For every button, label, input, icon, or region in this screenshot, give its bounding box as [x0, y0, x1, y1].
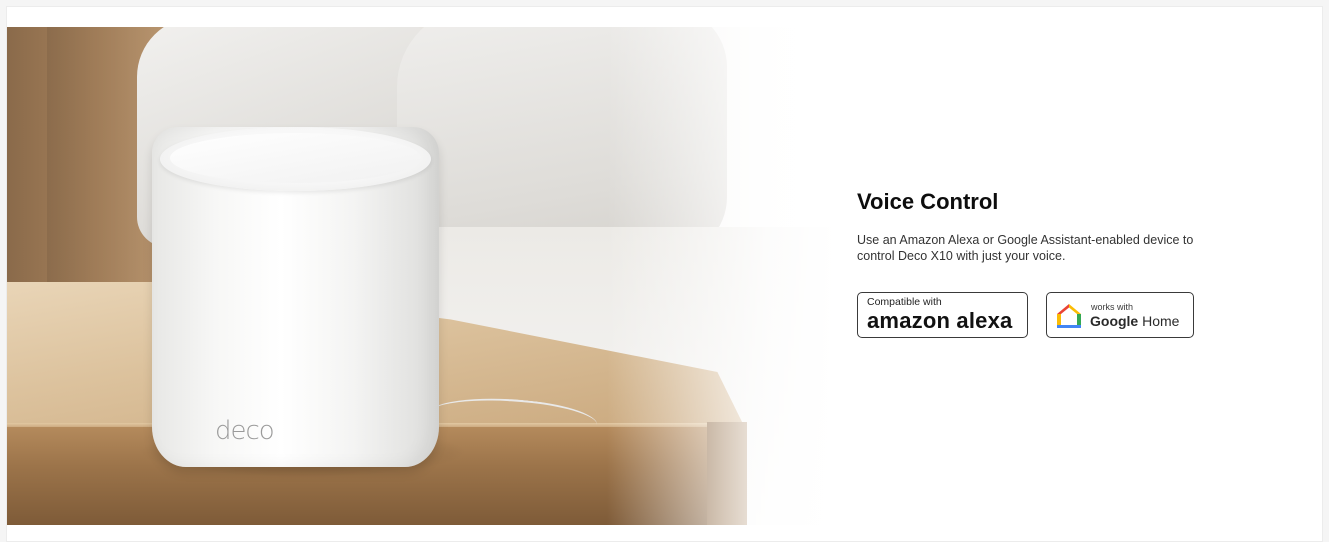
alexa-badge-brand-text: amazon alexa — [867, 308, 1013, 333]
page: deco Voice Control Use an Amazon Alexa o… — [0, 0, 1329, 542]
deco-router-cap-inner — [170, 133, 421, 183]
alexa-badge[interactable]: Compatible with amazon alexa — [857, 292, 1028, 338]
section-description: Use an Amazon Alexa or Google Assistant-… — [857, 233, 1194, 263]
alexa-badge-top-text: Compatible with — [867, 296, 942, 308]
google-badge-brand-rest: Home — [1138, 313, 1180, 329]
deco-logo: deco — [215, 416, 275, 446]
voice-control-panel: deco Voice Control Use an Amazon Alexa o… — [6, 6, 1323, 542]
google-badge-top-text: works with — [1091, 302, 1134, 312]
google-home-icon — [1057, 304, 1081, 328]
voice-control-copy: Voice Control Use an Amazon Alexa or Goo… — [857, 187, 1297, 338]
compatibility-badges: Compatible with amazon alexa works with — [857, 292, 1297, 338]
google-badge-brand-text: Google Home — [1090, 313, 1179, 330]
hero-image: deco — [7, 27, 837, 525]
google-home-badge[interactable]: works with Google Home — [1046, 292, 1194, 338]
hero-fade — [607, 27, 837, 525]
section-title: Voice Control — [857, 189, 999, 214]
google-badge-brand-bold: Google — [1090, 313, 1139, 329]
